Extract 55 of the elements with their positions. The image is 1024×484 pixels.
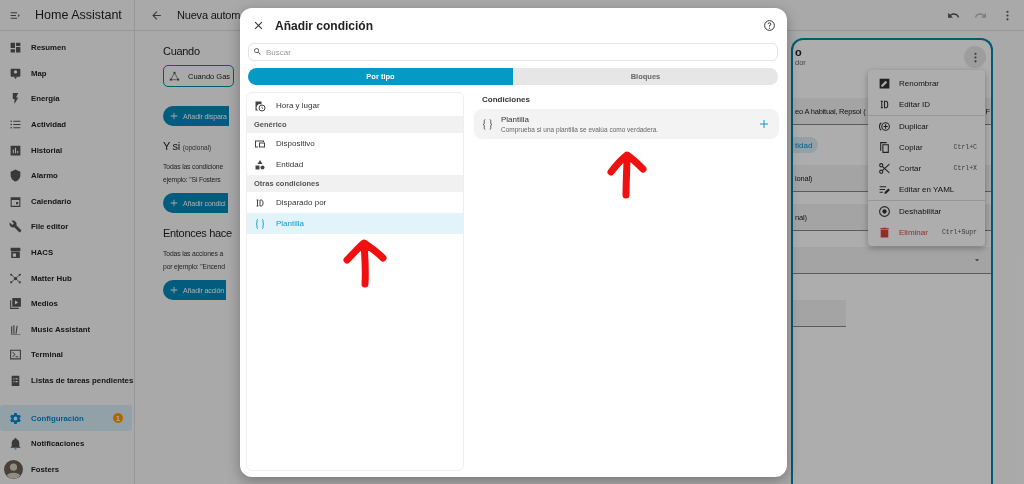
settings-icon (9, 411, 22, 425)
panel-title: o (795, 46, 803, 58)
copy-icon (878, 141, 891, 154)
list-item[interactable]: Entidad (247, 154, 463, 175)
wrench-icon (9, 220, 22, 234)
clipboard-icon (9, 374, 22, 387)
duplicate-icon (878, 120, 891, 133)
help-icon[interactable] (763, 19, 776, 32)
shapes-icon (254, 158, 266, 171)
code-braces-icon (481, 117, 494, 131)
map-icon (9, 66, 22, 80)
clock-map-icon (254, 99, 266, 112)
menu-item[interactable]: Duplicar (868, 116, 985, 137)
rename-icon (878, 77, 891, 90)
more-options-button[interactable] (964, 46, 986, 68)
radio-icon (878, 205, 891, 218)
search-field[interactable]: Buscar (248, 43, 778, 61)
trash-icon (878, 226, 891, 239)
list-item[interactable]: Hora y lugar (247, 95, 463, 116)
list-item[interactable]: Disparado por (247, 192, 463, 213)
dialog-title: Añadir condición (275, 18, 373, 33)
close-icon[interactable] (252, 19, 265, 32)
section-title: Entonces hace (163, 227, 232, 239)
graph-icon (169, 70, 180, 82)
section-title: Cuando (163, 45, 200, 57)
bell-icon (9, 437, 22, 451)
dashboard-icon (9, 41, 22, 55)
terminal-icon (9, 348, 22, 362)
avatar-icon (4, 459, 23, 479)
select-field[interactable] (793, 247, 991, 274)
page-title: Nueva autom (177, 9, 241, 21)
results-heading: Condiciones (481, 95, 531, 104)
id-icon (254, 196, 266, 209)
network-icon (9, 271, 22, 285)
option-title: Plantilla (501, 115, 530, 124)
plus-icon[interactable] (758, 118, 770, 130)
code-braces-icon (254, 217, 266, 230)
input-field[interactable] (793, 300, 846, 327)
id-icon (878, 98, 891, 111)
store-icon (9, 246, 22, 260)
list-item[interactable]: Dispositivo (247, 133, 463, 154)
menu-item[interactable]: Renombrar (868, 73, 985, 94)
shield-icon (9, 169, 22, 183)
menu-item[interactable]: Deshabilitar (868, 201, 985, 222)
library-icon (9, 322, 22, 336)
bar-chart-icon (9, 143, 22, 157)
menu-item[interactable]: Editar en YAML (868, 179, 985, 200)
search-icon (253, 47, 262, 56)
menu-item[interactable]: Editar ID (868, 94, 985, 115)
play-icon (9, 297, 22, 311)
calendar-icon (9, 194, 22, 208)
scissors-icon (878, 162, 891, 175)
app-title: Home Assistant (35, 8, 122, 22)
back-arrow-icon[interactable] (150, 8, 163, 22)
edit-list-icon (878, 183, 891, 196)
